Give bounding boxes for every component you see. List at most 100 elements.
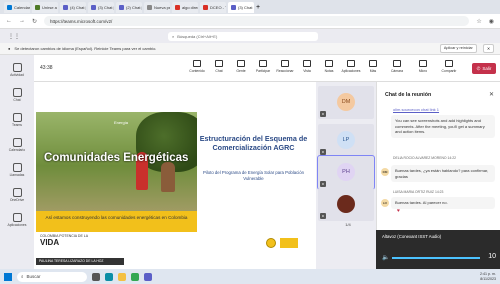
rail-llamadas-icon: [12, 163, 22, 172]
avatar: LP: [337, 131, 355, 149]
edge-icon[interactable]: [105, 272, 113, 281]
tab-favicon-icon: [35, 4, 40, 10]
tab-favicon-icon: [147, 4, 152, 10]
rail-onedrive-icon: [12, 188, 22, 197]
explorer-icon[interactable]: [118, 272, 126, 281]
rail-actividad-icon: [12, 63, 22, 72]
ministry-seal: [266, 238, 276, 248]
rail-item-llamadas[interactable]: Llamadas: [0, 163, 34, 177]
participant-tile[interactable]: LP R: [318, 124, 374, 157]
participant-tile[interactable]: DM R: [318, 86, 374, 119]
star-icon[interactable]: ☆: [476, 18, 481, 25]
chat-link[interactable]: olim.sourcecon chat link 1: [393, 107, 439, 112]
speaker-icon[interactable]: 🔈: [382, 254, 389, 261]
toolbar-gente-button[interactable]: Gente: [230, 60, 252, 73]
rail-item-teams[interactable]: Teams: [0, 113, 34, 127]
browser-tab[interactable]: (3) Chat✕: [228, 1, 254, 13]
toolbar-participar-button[interactable]: Participar: [252, 60, 274, 73]
chrome-icon[interactable]: [131, 272, 139, 281]
toolbar-label: Aplicaciones: [341, 69, 361, 73]
rail-calendario-icon: [12, 138, 22, 147]
toolbar-más-icon: [369, 60, 377, 67]
raise-badge-icon: R: [320, 181, 326, 187]
tab-label: (3) Chat: [238, 4, 253, 10]
tab-label: Nueva pestañ: [154, 4, 170, 10]
toolbar-label: Cámara: [390, 69, 404, 73]
child-figure: [161, 162, 175, 192]
browser-tab[interactable]: Calendario:✕: [4, 1, 30, 13]
toolbar-micro-icon: [419, 60, 427, 67]
participant-tile[interactable]: R: [318, 188, 374, 221]
rail-label: Teams: [12, 123, 22, 127]
browser-tab[interactable]: algo directo✕: [172, 1, 198, 13]
tab-favicon-icon: [91, 4, 96, 10]
toolbar-label: Micro: [418, 69, 428, 73]
toolbar-contenido-button[interactable]: Contenido: [186, 60, 208, 73]
toolbar-cámara-button[interactable]: Cámara: [386, 60, 408, 73]
tab-label: Calendario:: [14, 4, 30, 10]
back-icon[interactable]: ←: [6, 18, 12, 24]
taskbar-search[interactable]: ⌕ Buscar: [17, 271, 87, 282]
toolbar-label: Contenido: [189, 69, 205, 73]
participant-tile[interactable]: PH R: [317, 155, 375, 190]
leave-button[interactable]: ✆ Salir: [472, 63, 496, 74]
chat-message: You can see screenshots and add highligh…: [391, 115, 495, 138]
slide-logo: Energía: [114, 120, 129, 125]
chat-sender: DELIA ROCIO ALVAREZ MORENO 14:22: [393, 156, 456, 160]
rail-item-onedrive[interactable]: OneDrive: [0, 188, 34, 202]
tab-favicon-icon: [119, 4, 124, 10]
dismiss-notice-button[interactable]: ✕: [482, 44, 494, 53]
toolbar-label: Vista: [303, 69, 311, 73]
toolbar-reaccionar-button[interactable]: Reaccionar: [274, 60, 296, 73]
toolbar-gente-icon: [237, 60, 245, 67]
toolbar-micro-button[interactable]: Micro: [412, 60, 434, 73]
heart-reaction-icon[interactable]: ♥: [397, 208, 400, 214]
close-icon[interactable]: ✕: [489, 91, 494, 98]
search-input[interactable]: ⌕ Búsqueda (Ctrl+Alt+E): [168, 31, 318, 41]
tab-favicon-icon: [203, 4, 208, 10]
rail-chat-icon: [12, 88, 22, 97]
profile-icon[interactable]: ◉: [489, 18, 494, 25]
toolbar-aplicaciones-button[interactable]: Aplicaciones: [340, 60, 362, 73]
avatar: DM: [381, 168, 389, 176]
toolbar-notas-button[interactable]: Notas: [318, 60, 340, 73]
app-grid-icon[interactable]: ⋮⋮: [8, 33, 20, 40]
participants-pager[interactable]: 1/4: [328, 222, 368, 230]
rail-item-chat[interactable]: Chat: [0, 88, 34, 102]
avatar: DM: [337, 93, 355, 111]
toolbar-chat-button[interactable]: Chat: [208, 60, 230, 73]
raise-badge-icon: R: [320, 111, 326, 117]
teams-icon[interactable]: [144, 272, 152, 281]
system-tray[interactable]: 2:41 p. m. 8/11/2023: [480, 272, 496, 281]
browser-tab[interactable]: Unirse a la✕: [32, 1, 58, 13]
rail-item-aplicaciones[interactable]: Aplicaciones: [0, 213, 34, 227]
windows-start-icon[interactable]: [4, 272, 12, 281]
browser-tab[interactable]: (4) Chat | Rev✕: [60, 1, 86, 13]
rail-label: Actividad: [10, 73, 24, 77]
rail-item-actividad[interactable]: Actividad: [0, 63, 34, 77]
taskview-icon[interactable]: [92, 272, 100, 281]
tab-favicon-icon: [63, 4, 68, 10]
reload-icon[interactable]: ↻: [32, 18, 37, 25]
chat-message: Buenas tardes. Al parecer no.: [391, 197, 495, 209]
toolbar-vista-button[interactable]: Vista: [296, 60, 318, 73]
rail-item-calendario[interactable]: Calendario: [0, 138, 34, 152]
volume-slider[interactable]: [392, 257, 480, 259]
toolbar-compartir-button[interactable]: Compartir: [438, 60, 460, 73]
browser-tab[interactable]: (3) Chat | Mi✕: [88, 1, 114, 13]
rail-label: Llamadas: [9, 173, 25, 177]
slide-right-panel: Estructuración del Esquema de Comerciali…: [197, 112, 310, 232]
browser-tab[interactable]: DCEO - TV en✕: [200, 1, 226, 13]
url-field[interactable]: https://teams.microsoft.com/v2/: [44, 16, 470, 26]
avatar: [337, 195, 355, 213]
toolbar-participar-icon: [259, 60, 267, 67]
browser-tab[interactable]: (2) Chat | Mi✕: [116, 1, 142, 13]
new-tab-icon[interactable]: +: [256, 4, 260, 11]
colombia-logo: COLOMBIA POTENCIA DE LA VIDA: [40, 234, 89, 247]
tab-favicon-icon: [7, 4, 12, 10]
forward-icon[interactable]: →: [19, 18, 25, 24]
slide-subheading: Piloto del Programa de Energía Solar par…: [202, 170, 305, 181]
apply-restart-button[interactable]: Aplicar y reiniciar: [439, 44, 477, 53]
toolbar-más-button[interactable]: Más: [362, 60, 384, 73]
browser-tab[interactable]: Nueva pestañ✕: [144, 1, 170, 13]
